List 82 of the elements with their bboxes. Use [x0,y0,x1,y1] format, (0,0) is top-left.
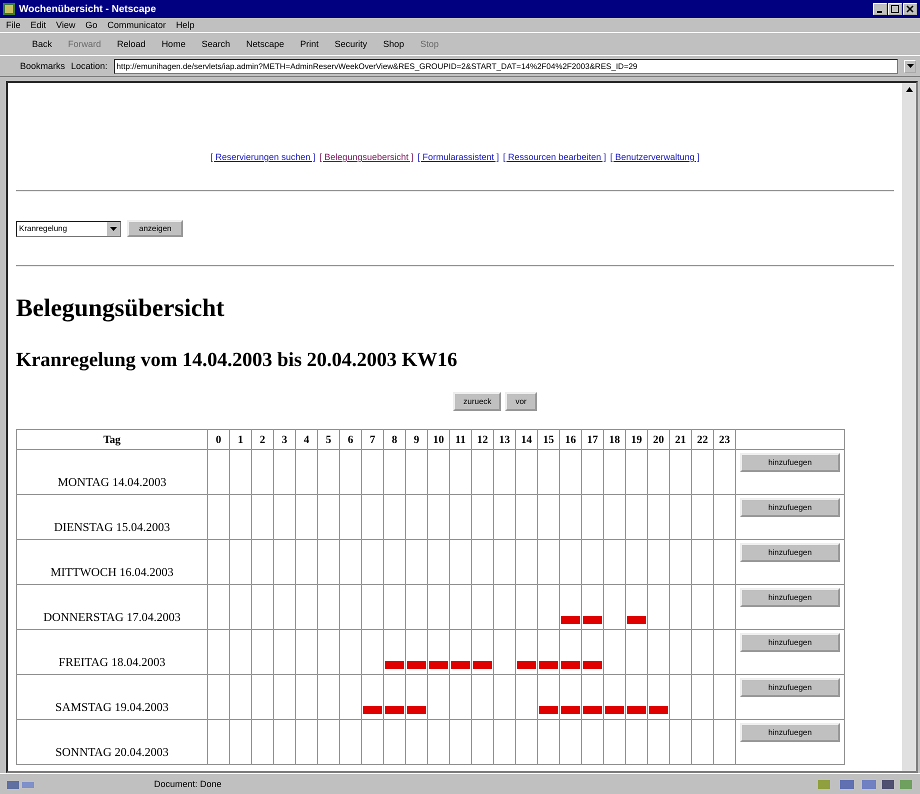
column-header: 14 [516,430,538,450]
browser-icon [3,3,15,15]
toolbar-button[interactable]: Shop [377,39,410,49]
menu-item[interactable]: Communicator [107,20,166,30]
toolbar-button[interactable]: Back [26,39,58,49]
column-header: 15 [538,430,560,450]
resource-select[interactable]: Kranregelung [16,220,121,236]
column-header: 3 [274,430,296,450]
toolbar-button[interactable]: Netscape [240,39,290,49]
add-button[interactable]: hinzufuegen [740,453,840,472]
day-cell: MITTWOCH 16.04.2003 [16,540,208,584]
menu-item[interactable]: View [56,20,76,30]
maximize-icon [891,5,899,13]
nav-link[interactable]: [ Reservierungen suchen ] [210,152,316,162]
status-text: Document: Done [154,779,223,789]
caret-icon [110,226,117,230]
nav-link[interactable]: [ Formularassistent ] [417,152,500,162]
add-button[interactable]: hinzufuegen [740,588,840,607]
menu-item[interactable]: Edit [30,20,46,30]
bookmarks-button[interactable]: Bookmarks [20,61,66,71]
nav-link[interactable]: [ Benutzerverwaltung ] [610,152,700,162]
scroll-up-icon[interactable] [906,87,912,92]
page-heading: Belegungsübersicht [16,295,226,323]
close-icon [906,5,914,13]
column-header: Tag [16,430,208,450]
column-header: 10 [428,430,450,450]
close-button[interactable] [903,3,917,15]
scrollbar[interactable] [902,83,916,771]
caret-icon [906,64,914,68]
week-nav-button[interactable]: zurueck [453,392,502,411]
day-cell: SONNTAG 20.04.2003 [16,720,208,764]
minimize-button[interactable] [873,3,887,15]
security-icon [6,778,36,790]
column-header: 13 [494,430,516,450]
add-button[interactable]: hinzufuegen [740,498,840,517]
column-header: 23 [714,430,736,450]
column-header: 20 [648,430,670,450]
column-header: 21 [670,430,692,450]
column-header: 19 [626,430,648,450]
column-header: 16 [560,430,582,450]
menu-item[interactable]: Help [176,20,194,30]
column-header: 8 [384,430,406,450]
nav-link[interactable]: [ Ressourcen bearbeiten ] [503,152,606,162]
toolbar-button[interactable]: Search [196,39,236,49]
column-header: 4 [296,430,318,450]
column-header: 5 [318,430,340,450]
select-value: Kranregelung [19,224,68,233]
column-header: 6 [340,430,362,450]
menu-item[interactable]: Go [85,20,98,30]
column-header: 11 [450,430,472,450]
column-header: 22 [692,430,714,450]
toolbar-button[interactable]: Home [156,39,192,49]
day-cell: FREITAG 18.04.2003 [16,630,208,674]
column-header: 17 [582,430,604,450]
week-nav-button[interactable]: vor [505,392,537,411]
day-cell: DONNERSTAG 17.04.2003 [16,584,208,630]
dropdown-button[interactable] [904,60,916,72]
day-cell: SAMSTAG 19.04.2003 [16,674,208,720]
location-label: Location: [71,61,108,71]
day-cell: MONTAG 14.04.2003 [16,450,208,494]
add-button[interactable]: hinzufuegen [740,678,840,697]
show-button[interactable]: anzeigen [127,220,184,237]
url-field[interactable]: http://emunihagen.de/servlets/iap.admin?METH=AdminReservWeekOverView&RES_GROUPID=2&START_DAT=14%2F04%2F2003&RES_ID=29 [114,58,898,74]
add-button[interactable]: hinzufuegen [740,543,840,562]
add-button[interactable]: hinzufuegen [740,723,840,742]
column-header: 1 [230,430,252,450]
column-header: 2 [252,430,274,450]
column-header: 9 [406,430,428,450]
page-subheading: Kranregelung vom 14.04.2003 bis 20.04.2003 KW16 [16,349,458,372]
nav-link[interactable]: [ Belegungsuebersicht ] [319,152,414,162]
window-title: Wochenübersicht - Netscape [19,4,156,14]
toolbar-button[interactable]: Security [328,39,374,49]
toolbar-button[interactable]: Print [294,39,325,49]
column-header: 12 [472,430,494,450]
column-header: 7 [362,430,384,450]
toolbar-button[interactable]: Reload [111,39,152,49]
column-header: 18 [604,430,626,450]
column-header: 0 [208,430,230,450]
day-cell: DIENSTAG 15.04.2003 [16,494,208,540]
menu-item[interactable]: File [6,20,21,30]
maximize-button[interactable] [888,3,902,15]
add-button[interactable]: hinzufuegen [740,633,840,652]
